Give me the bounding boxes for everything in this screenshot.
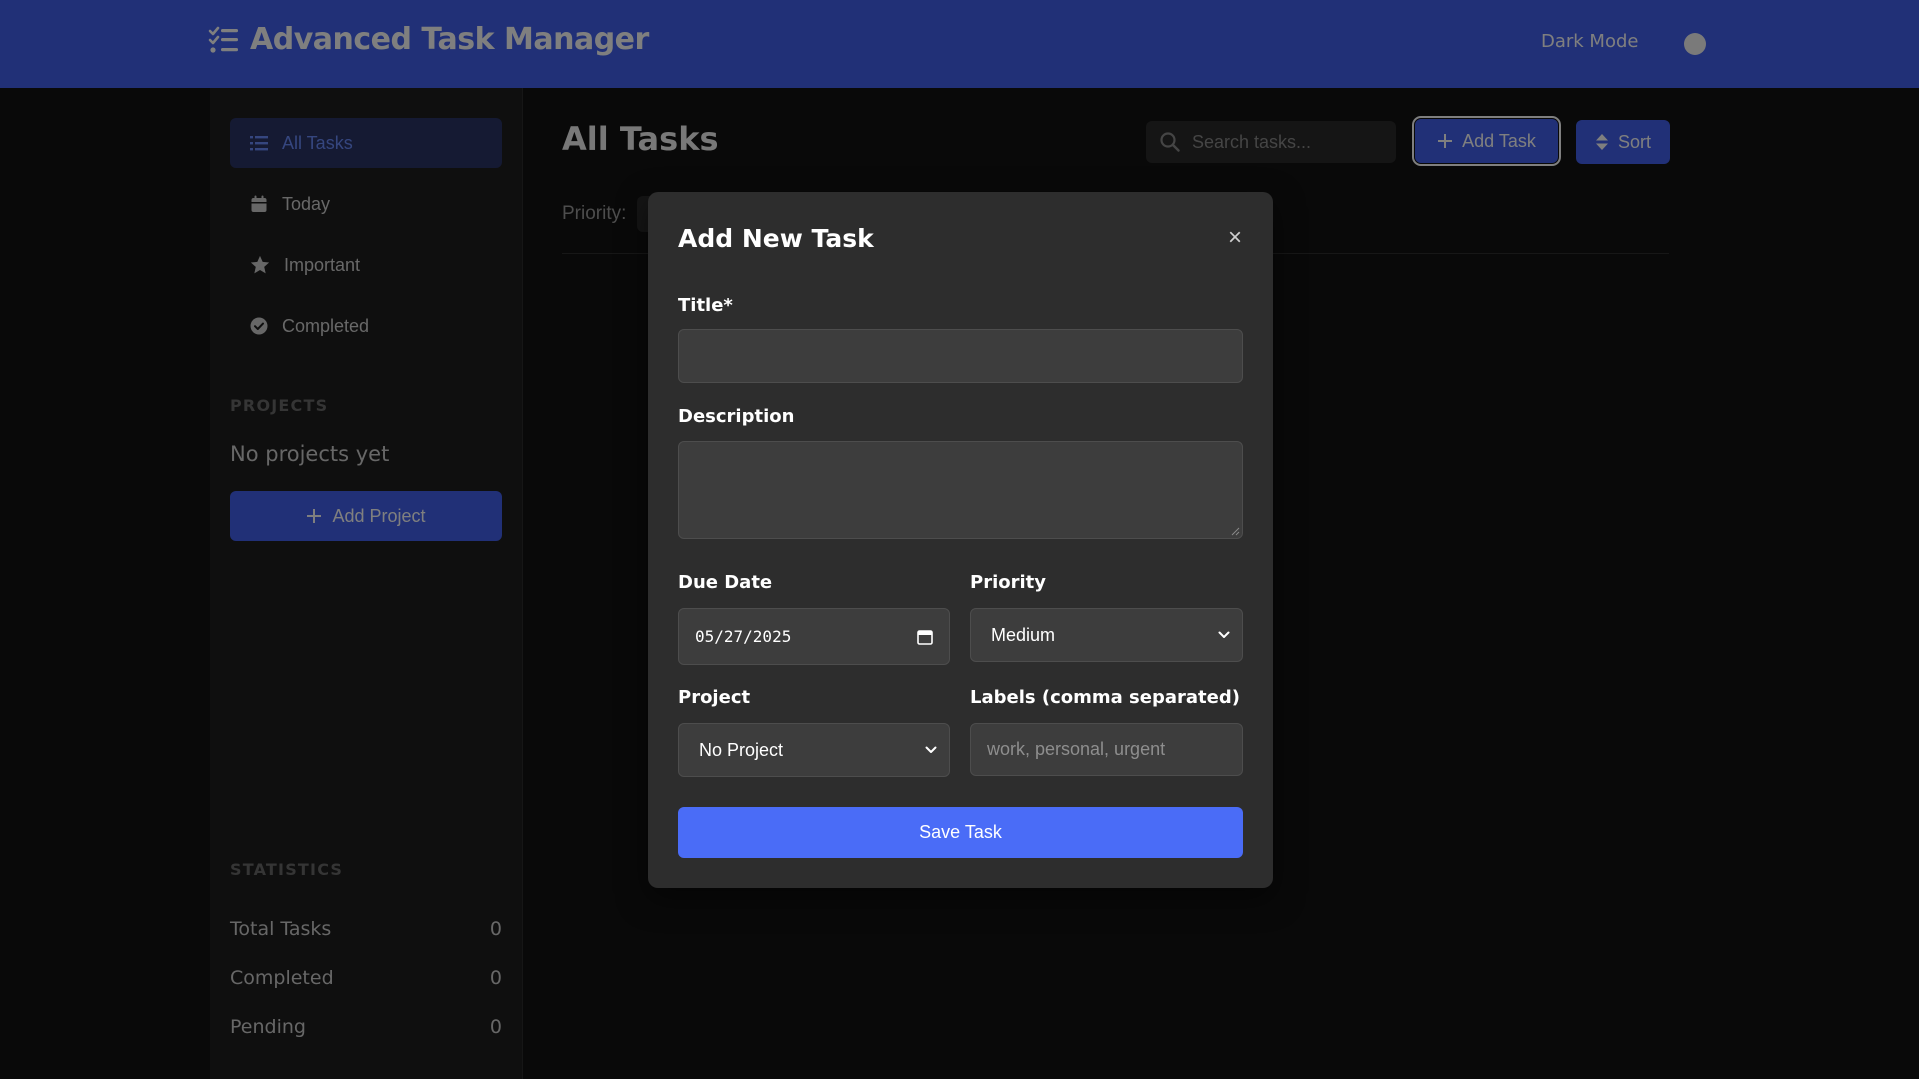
priority-label: Priority [970,572,1046,593]
description-textarea[interactable] [678,441,1243,539]
labels-input[interactable]: work, personal, urgent [970,723,1243,776]
title-input[interactable] [678,329,1243,383]
labels-label: Labels (comma separated) [970,687,1240,708]
project-select[interactable]: No Project [678,723,950,777]
modal-title: Add New Task [678,224,874,253]
due-date-input[interactable]: 05/27/2025 [678,608,950,665]
save-task-button[interactable]: Save Task [678,807,1243,858]
due-date-label: Due Date [678,572,773,593]
due-date-value: 05/27/2025 [695,627,792,646]
project-label: Project [678,687,751,708]
chevron-down-icon [925,746,937,753]
chevron-down-icon [1218,631,1230,638]
close-icon[interactable]: × [1228,226,1242,250]
priority-select[interactable]: Medium [970,608,1243,662]
description-label: Description [678,406,795,427]
calendar-picker-icon[interactable] [917,629,933,645]
resize-grip-icon[interactable] [1230,526,1240,536]
add-task-modal: Add New Task × Title* Description Due Da… [648,192,1273,888]
title-label: Title* [678,295,733,316]
priority-value: Medium [991,624,1056,645]
project-value: No Project [699,739,784,760]
